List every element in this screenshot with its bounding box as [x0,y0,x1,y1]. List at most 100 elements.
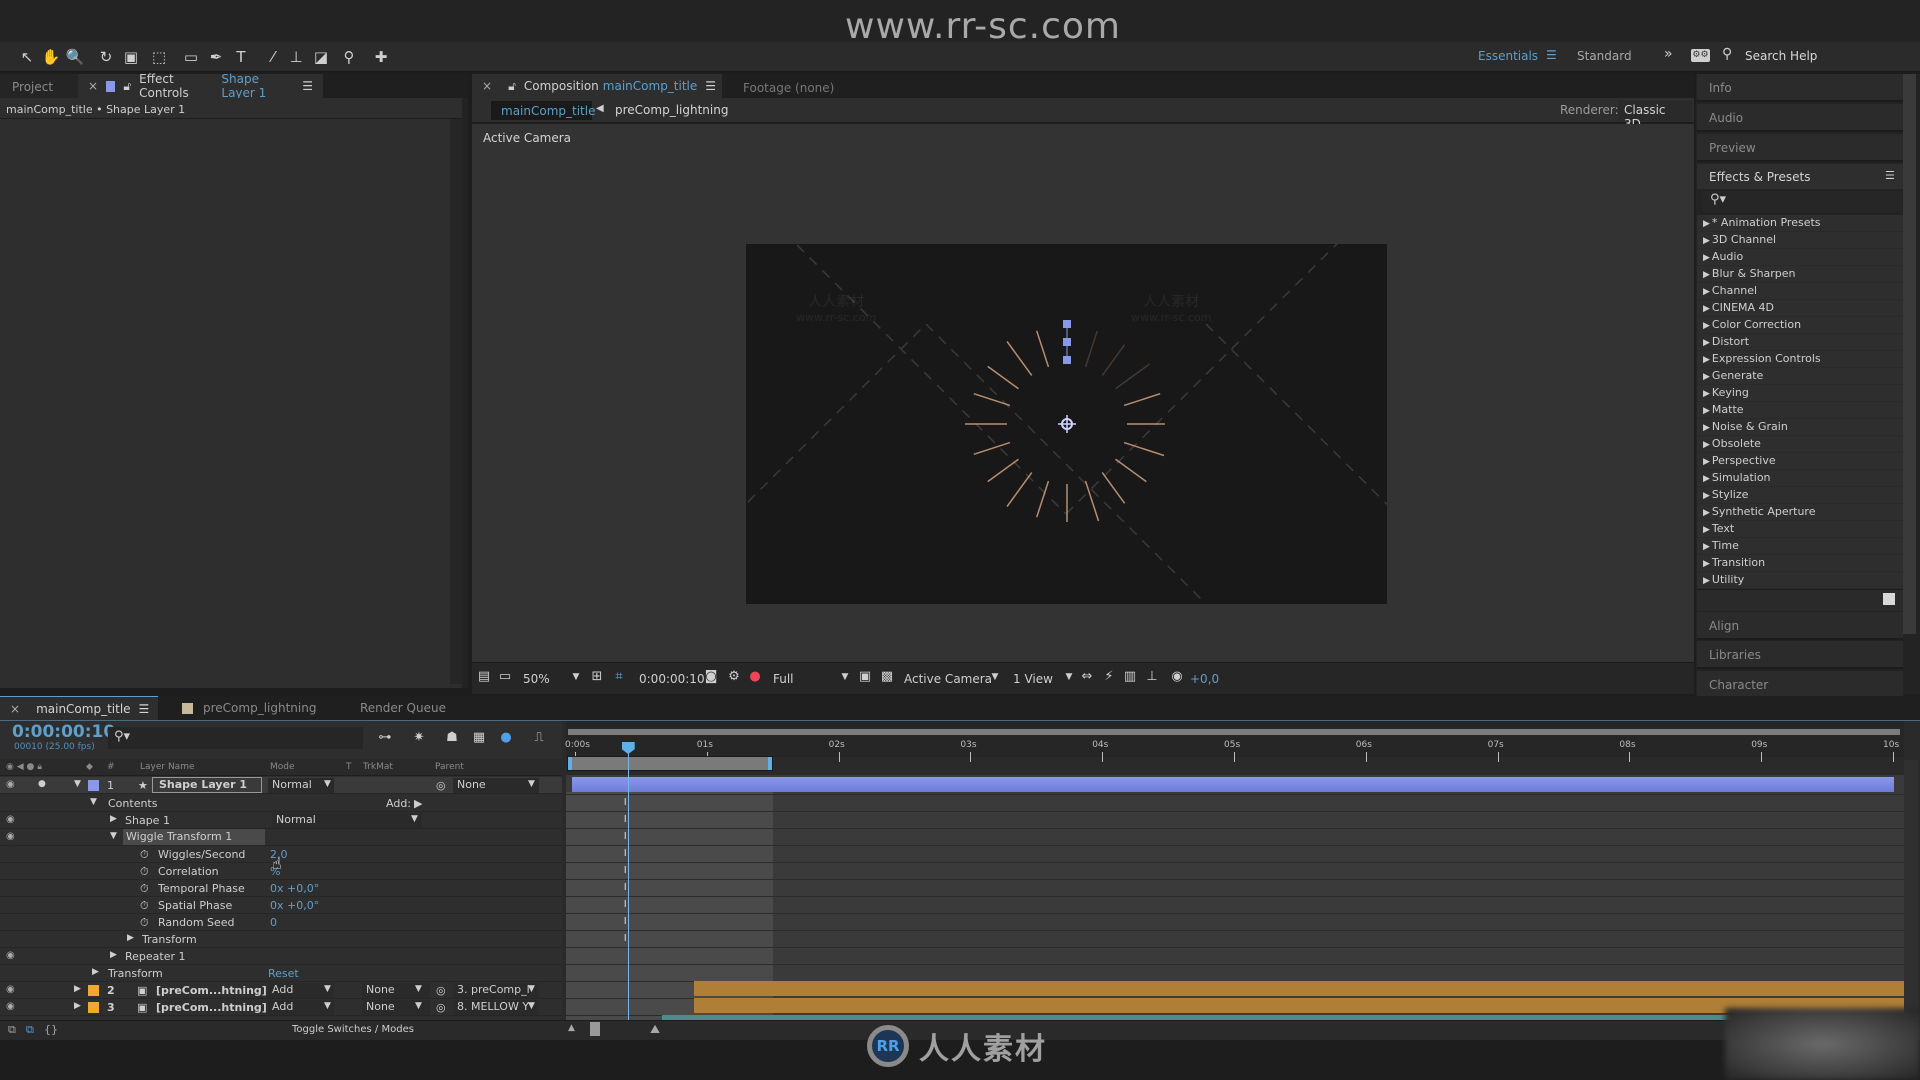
twirl-closed-icon[interactable]: ▶ [1703,508,1710,518]
panel-preview[interactable]: Preview [1697,134,1903,162]
parent-select[interactable]: 3. preComp_l [453,983,539,998]
parent-select[interactable]: None [453,778,539,793]
always-preview-icon[interactable]: ▤ [477,670,491,684]
timeline-icon[interactable]: ▥ [1123,670,1137,684]
exposure-icon[interactable]: ◉ [1170,670,1184,684]
layer-bar-precomp-2[interactable] [694,981,1904,996]
panel-libraries[interactable]: Libraries [1697,641,1903,669]
effects-category[interactable]: ▶ 3D Channel [1697,232,1903,249]
timeline-current-time[interactable]: 0:00:00:10 [12,722,115,742]
type-tool-icon[interactable]: T [230,47,252,67]
effects-category[interactable]: ▶ Transition [1697,555,1903,572]
puppet-pin-tool-icon[interactable]: ✚ [370,47,392,67]
effects-category[interactable]: ▶ Utility [1697,572,1903,589]
toggle-transparency-icon[interactable]: ▩ [880,670,894,684]
chevron-down-icon[interactable]: ▼ [324,779,331,789]
new-folder-icon[interactable] [1883,593,1895,605]
effects-category[interactable]: ▶ Noise & Grain [1697,419,1903,436]
col-layer-name[interactable]: Layer Name [140,762,195,772]
twirl-closed-icon[interactable]: ▶ [1703,423,1710,433]
shy-layers-icon[interactable]: ☗ [443,730,461,746]
twirl-closed-icon[interactable]: ▶ [1703,542,1710,552]
pickwhip-icon[interactable]: ◎ [436,984,446,997]
effects-category[interactable]: ▶ * Animation Presets [1697,215,1903,232]
region-of-interest-icon[interactable]: ⊞ [590,670,604,684]
add-menu-icon[interactable]: ▶ [414,797,422,810]
twirl-closed-icon[interactable]: ▶ [1703,287,1710,297]
effects-category[interactable]: ▶ Text [1697,521,1903,538]
chevron-down-icon[interactable]: ▼ [411,814,418,824]
timeline-search-input[interactable]: ⚲▾ [108,727,363,749]
search-icon[interactable]: ⚲ [1722,46,1732,62]
chevron-down-icon[interactable]: ▼ [1062,670,1076,684]
composition-canvas[interactable]: 人人素材 www.rr-sc.com 人人素材 www.rr-sc.com [746,244,1387,604]
roto-brush-tool-icon[interactable]: ⚲ [338,47,360,67]
twirl-closed-icon[interactable]: ▶ [1703,474,1710,484]
twirl-closed-icon[interactable]: ▶ [1703,270,1710,280]
twirl-closed-icon[interactable]: ▶ [1703,253,1710,263]
tab-project[interactable]: Project [0,74,78,98]
effects-category[interactable]: ▶ Time [1697,538,1903,555]
property-row[interactable]: ⏱ Temporal Phase 0x +0,0° [0,880,562,897]
effects-category[interactable]: ▶ CINEMA 4D [1697,300,1903,317]
effects-category[interactable]: ▶ Perspective [1697,453,1903,470]
close-icon[interactable]: × [88,79,98,93]
pickwhip-icon[interactable]: ◎ [436,1001,446,1014]
pickwhip-icon[interactable]: ◎ [436,779,446,792]
effects-search-input[interactable]: ⚲▾ [1702,191,1902,212]
pen-tool-icon[interactable]: ✒ [205,47,227,67]
wiggle-transform-row[interactable]: ▶ Transform [0,931,562,948]
time-navigator[interactable] [568,729,1900,735]
visibility-eye-icon[interactable]: ◉ [6,779,15,790]
effects-category[interactable]: ▶ Keying [1697,385,1903,402]
work-area-bar[interactable] [567,756,773,771]
twirl-closed-icon[interactable]: ▶ [110,814,117,824]
stopwatch-icon[interactable]: ⏱ [140,916,149,930]
view-layout-select[interactable]: 1 View [1013,672,1053,686]
effects-category[interactable]: ▶ Expression Controls [1697,351,1903,368]
panel-character[interactable]: Character [1697,671,1903,699]
effects-category[interactable]: ▶ Obsolete [1697,436,1903,453]
rotation-tool-icon[interactable]: ↻ [95,47,117,67]
twirl-closed-icon[interactable]: ▶ [1703,491,1710,501]
effects-category[interactable]: ▶ Blur & Sharpen [1697,266,1903,283]
twirl-open-icon[interactable]: ▼ [110,831,117,841]
chevron-down-icon[interactable]: ▼ [415,1001,422,1011]
tab-composition[interactable]: × 🔓︎ Composition mainComp_title ☰ [472,74,722,98]
tab-timeline-maincomp[interactable]: × mainComp_title ☰ [0,696,158,720]
comp-breadcrumb-current[interactable]: mainComp_title [491,101,595,120]
magnification-select[interactable]: 50% [523,672,550,686]
rectangle-tool-icon[interactable]: ▭ [180,47,202,67]
close-icon[interactable]: × [482,79,492,93]
twirl-closed-icon[interactable]: ▶ [1703,304,1710,314]
playhead-line[interactable] [627,742,629,1020]
reset-link[interactable]: Reset [268,967,299,980]
workspace-menu-icon[interactable]: ☰ [1546,48,1557,62]
lock-icon[interactable]: 🔓︎ [123,79,131,94]
effects-category[interactable]: ▶ Generate [1697,368,1903,385]
layer-row[interactable]: ◉ ● ▼ 1 ★ Shape Layer 1 Normal ▼ ◎ None … [0,777,562,794]
effects-category[interactable]: ▶ Channel [1697,283,1903,300]
motion-blur-icon[interactable]: ● [497,730,515,746]
draft-3d-icon[interactable]: ✷ [410,730,428,746]
layer-bar-4[interactable] [662,1015,1904,1020]
right-panel-scrollbar[interactable] [1903,74,1916,634]
search-help-field[interactable]: Search Help [1745,49,1817,63]
twirl-closed-icon[interactable]: ▶ [1703,219,1710,229]
solo-icon[interactable]: ● [38,779,46,789]
effects-category[interactable]: ▶ Simulation [1697,470,1903,487]
clone-stamp-tool-icon[interactable]: ⊥ [285,47,307,67]
sync-settings-icon[interactable]: ⚙⚙ [1691,49,1710,62]
panel-info[interactable]: Info [1697,74,1903,102]
layer-name-field[interactable]: Shape Layer 1 [152,777,262,793]
twirl-closed-icon[interactable]: ▶ [1703,372,1710,382]
workspace-overflow-icon[interactable]: » [1664,46,1673,62]
time-ruler[interactable] [566,721,1904,757]
layer-label-color[interactable] [88,1002,99,1013]
property-value[interactable]: 0x +0,0° [270,882,319,895]
effect-controls-scrollbar[interactable] [450,119,462,684]
panel-menu-icon[interactable]: ☰ [705,79,716,93]
chevron-down-icon[interactable]: ▼ [528,1001,535,1011]
timeline-scrollbar[interactable] [1904,760,1918,1020]
work-area-start-handle[interactable] [568,757,572,770]
